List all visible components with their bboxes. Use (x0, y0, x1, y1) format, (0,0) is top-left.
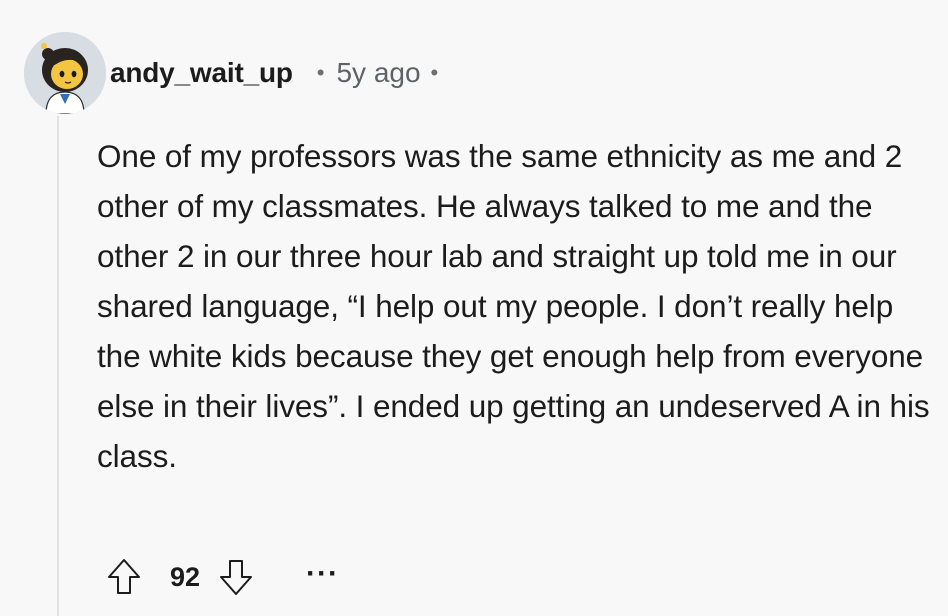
vote-score: 92 (170, 561, 201, 592)
downvote-arrow-icon[interactable] (216, 555, 256, 599)
ellipsis-icon[interactable]: ··· (306, 559, 339, 590)
comment: andy_wait_up • 5y ago • One of my profes… (0, 0, 948, 616)
comment-body: One of my professors was the same ethnic… (97, 138, 930, 474)
user-avatar[interactable] (24, 32, 106, 114)
thread-line[interactable] (57, 116, 59, 616)
author-username[interactable]: andy_wait_up (110, 57, 293, 89)
trailing-separator-dot: • (430, 60, 439, 85)
upvote-arrow-icon[interactable] (104, 555, 144, 599)
separator-dot: • (316, 60, 325, 85)
comment-actions: 92 ··· (104, 552, 339, 602)
comment-timestamp[interactable]: 5y ago (336, 57, 420, 89)
comment-header: andy_wait_up • 5y ago • (24, 30, 438, 116)
avatar-illustration (24, 32, 106, 114)
